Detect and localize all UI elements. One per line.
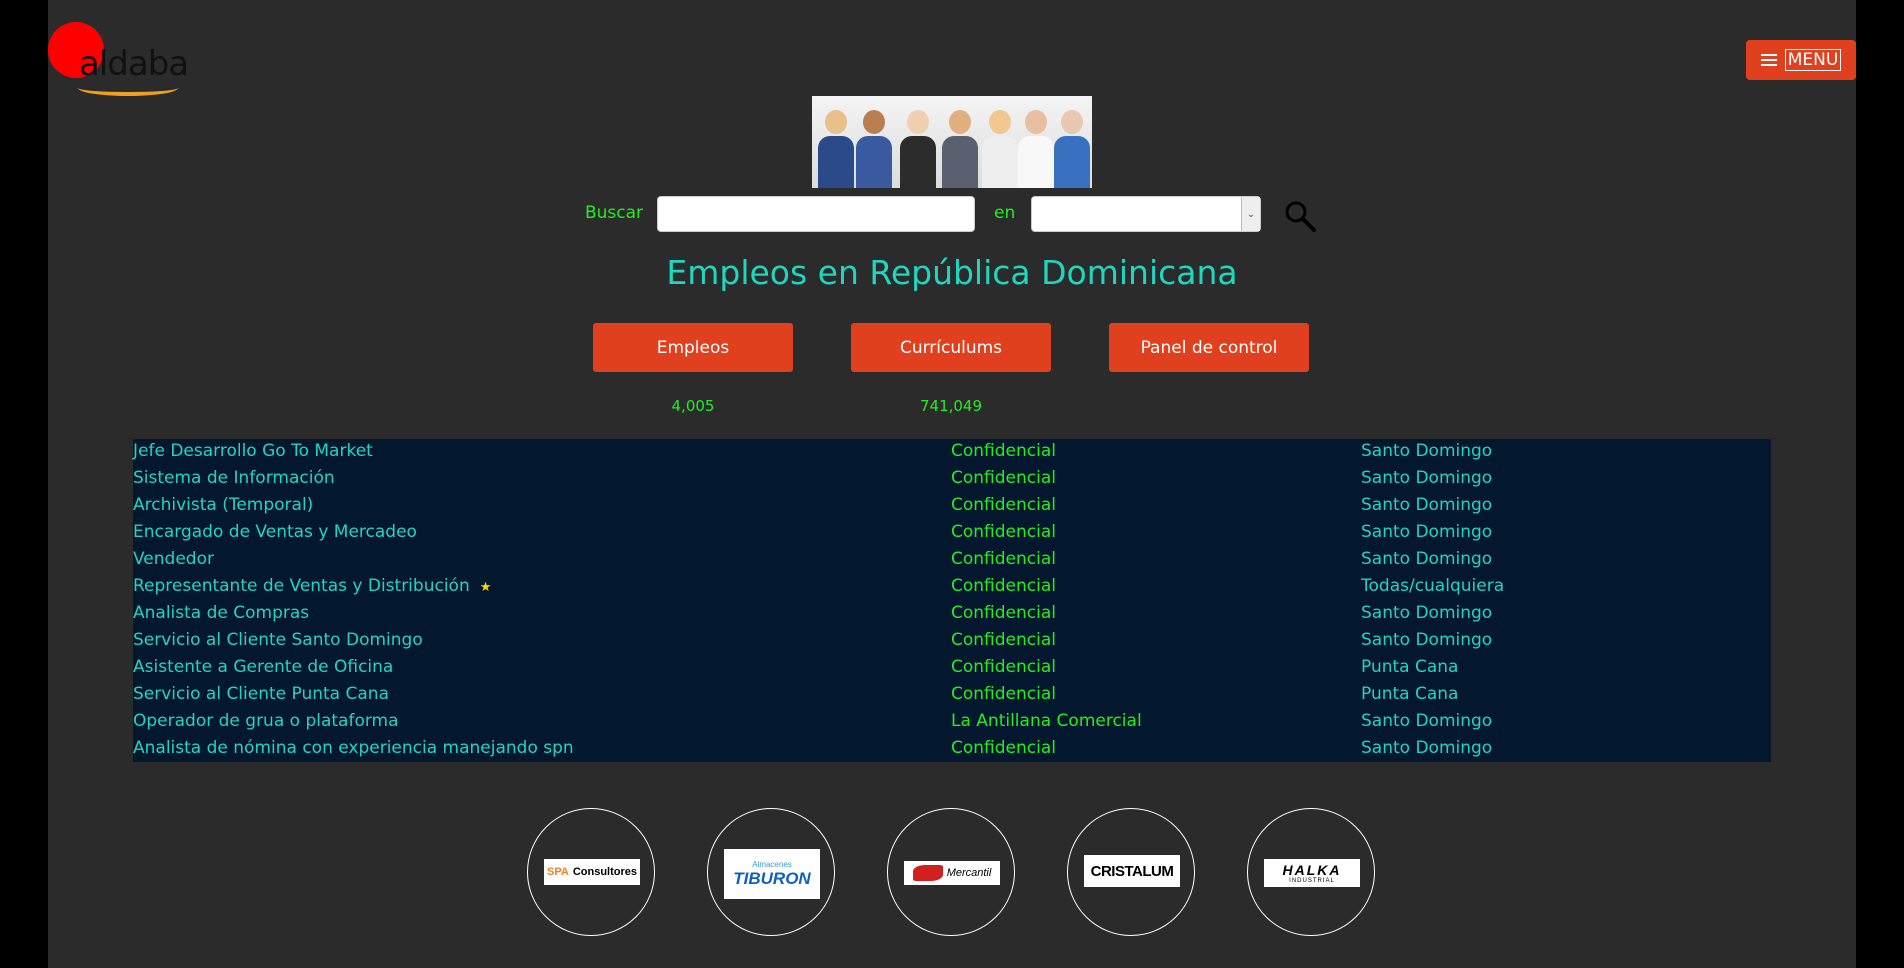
job-title-link[interactable]: Archivista (Temporal) [133, 495, 313, 515]
halka-logo: HALKA INDUSTRIAL [1264, 859, 1360, 887]
job-company: Confidencial [951, 738, 1056, 758]
job-title-link[interactable]: Asistente a Gerente de Oficina [133, 657, 393, 677]
job-company: Confidencial [951, 684, 1056, 704]
job-location: Santo Domingo [1361, 468, 1493, 488]
location-label: en [994, 203, 1016, 223]
search-input[interactable] [657, 196, 975, 232]
aldaba-logo[interactable]: aldaba [48, 22, 189, 100]
job-row: Encargado de Ventas y Mercadeo Confidenc… [133, 520, 1771, 547]
partner-cristalum[interactable]: CRISTALUM [1067, 808, 1195, 936]
job-row: Representante de Ventas y Distribución ★ … [133, 574, 1771, 601]
cristalum-logo: CRISTALUM [1084, 855, 1180, 887]
job-title-link[interactable]: Representante de Ventas y Distribución [133, 576, 470, 596]
job-location: Santo Domingo [1361, 522, 1493, 542]
job-row: Analista de Compras Confidencial Santo D… [133, 601, 1771, 628]
job-location: Santo Domingo [1361, 441, 1493, 461]
menu-label: MENU [1784, 49, 1842, 71]
job-location: Santo Domingo [1361, 711, 1493, 731]
hamburger-icon [1760, 51, 1777, 69]
job-location: Santo Domingo [1361, 495, 1493, 515]
job-row: Operador de grua o plataforma La Antilla… [133, 709, 1771, 736]
partner-halka[interactable]: HALKA INDUSTRIAL [1247, 808, 1375, 936]
job-title-link[interactable]: Vendedor [133, 549, 214, 569]
job-row: Servicio al Cliente Punta Cana Confidenc… [133, 682, 1771, 709]
job-location: Punta Cana [1361, 657, 1459, 677]
jobs-button[interactable]: Empleos [593, 323, 793, 372]
job-company: Confidencial [951, 576, 1056, 596]
job-location: Punta Cana [1361, 684, 1459, 704]
job-company: Confidencial [951, 603, 1056, 623]
featured-star-icon: ★ [479, 580, 492, 595]
partner-spa-consultores[interactable]: SPA Consultores [527, 808, 655, 936]
job-row: Sistema de Información Confidencial Sant… [133, 466, 1771, 493]
job-company: Confidencial [951, 630, 1056, 650]
job-location: Santo Domingo [1361, 738, 1493, 758]
job-row: Jefe Desarrollo Go To Market Confidencia… [133, 439, 1771, 466]
job-row: Archivista (Temporal) Confidencial Santo… [133, 493, 1771, 520]
job-row: Servicio al Cliente Santo Domingo Confid… [133, 628, 1771, 655]
job-company: Confidencial [951, 657, 1056, 677]
spa-consultores-logo: SPA Consultores [544, 859, 640, 885]
banner-image [812, 96, 1092, 188]
mercantil-logo: Mercantil [904, 861, 1000, 885]
job-row: Asistente a Gerente de Oficina Confidenc… [133, 655, 1771, 682]
partner-tiburon[interactable]: Almacenes TIBURON [707, 808, 835, 936]
job-company: Confidencial [951, 549, 1056, 569]
job-location: Santo Domingo [1361, 603, 1493, 623]
job-location: Todas/cualquiera [1361, 576, 1505, 596]
jobs-list: Jefe Desarrollo Go To Market Confidencia… [133, 439, 1771, 762]
job-company: Confidencial [951, 522, 1056, 542]
job-title-link[interactable]: Servicio al Cliente Punta Cana [133, 684, 389, 704]
job-title-link[interactable]: Sistema de Información [133, 468, 335, 488]
job-title-link[interactable]: Operador de grua o plataforma [133, 711, 399, 731]
job-title-link[interactable]: Analista de Compras [133, 603, 309, 623]
chevron-down-icon[interactable]: ⌄ [1241, 197, 1260, 231]
resumes-button[interactable]: Currículums [851, 323, 1051, 372]
job-company: Confidencial [951, 468, 1056, 488]
partner-mercantil[interactable]: Mercantil [887, 808, 1015, 936]
job-company: Confidencial [951, 441, 1056, 461]
jobs-count: 4,005 [671, 397, 715, 415]
logo-swoosh [78, 80, 178, 96]
search-label: Buscar [585, 203, 644, 223]
job-company: La Antillana Comercial [951, 711, 1142, 731]
job-title-link[interactable]: Jefe Desarrollo Go To Market [133, 441, 373, 461]
job-title-link[interactable]: Encargado de Ventas y Mercadeo [133, 522, 417, 542]
tiburon-logo: Almacenes TIBURON [724, 849, 820, 899]
resumes-count: 741,049 [919, 397, 983, 415]
job-location: Santo Domingo [1361, 549, 1493, 569]
location-select[interactable]: ⌄ [1031, 196, 1261, 232]
job-company: Confidencial [951, 495, 1056, 515]
menu-button[interactable]: MENU [1746, 40, 1856, 80]
control-panel-button[interactable]: Panel de control [1109, 323, 1309, 372]
search-icon[interactable] [1284, 200, 1316, 232]
job-row: Vendedor Confidencial Santo Domingo [133, 547, 1771, 574]
page: aldaba MENU Buscar en ⌄ Empleos en Repúb… [48, 0, 1856, 968]
job-title-cell: Representante de Ventas y Distribución ★ [133, 576, 491, 596]
page-title: Empleos en República Dominicana [666, 253, 1238, 292]
job-title-link[interactable]: Analista de nómina con experiencia manej… [133, 738, 574, 758]
job-location: Santo Domingo [1361, 630, 1493, 650]
job-row: Analista de nómina con experiencia manej… [133, 736, 1771, 763]
job-title-link[interactable]: Servicio al Cliente Santo Domingo [133, 630, 423, 650]
logo-text: aldaba [79, 44, 189, 84]
